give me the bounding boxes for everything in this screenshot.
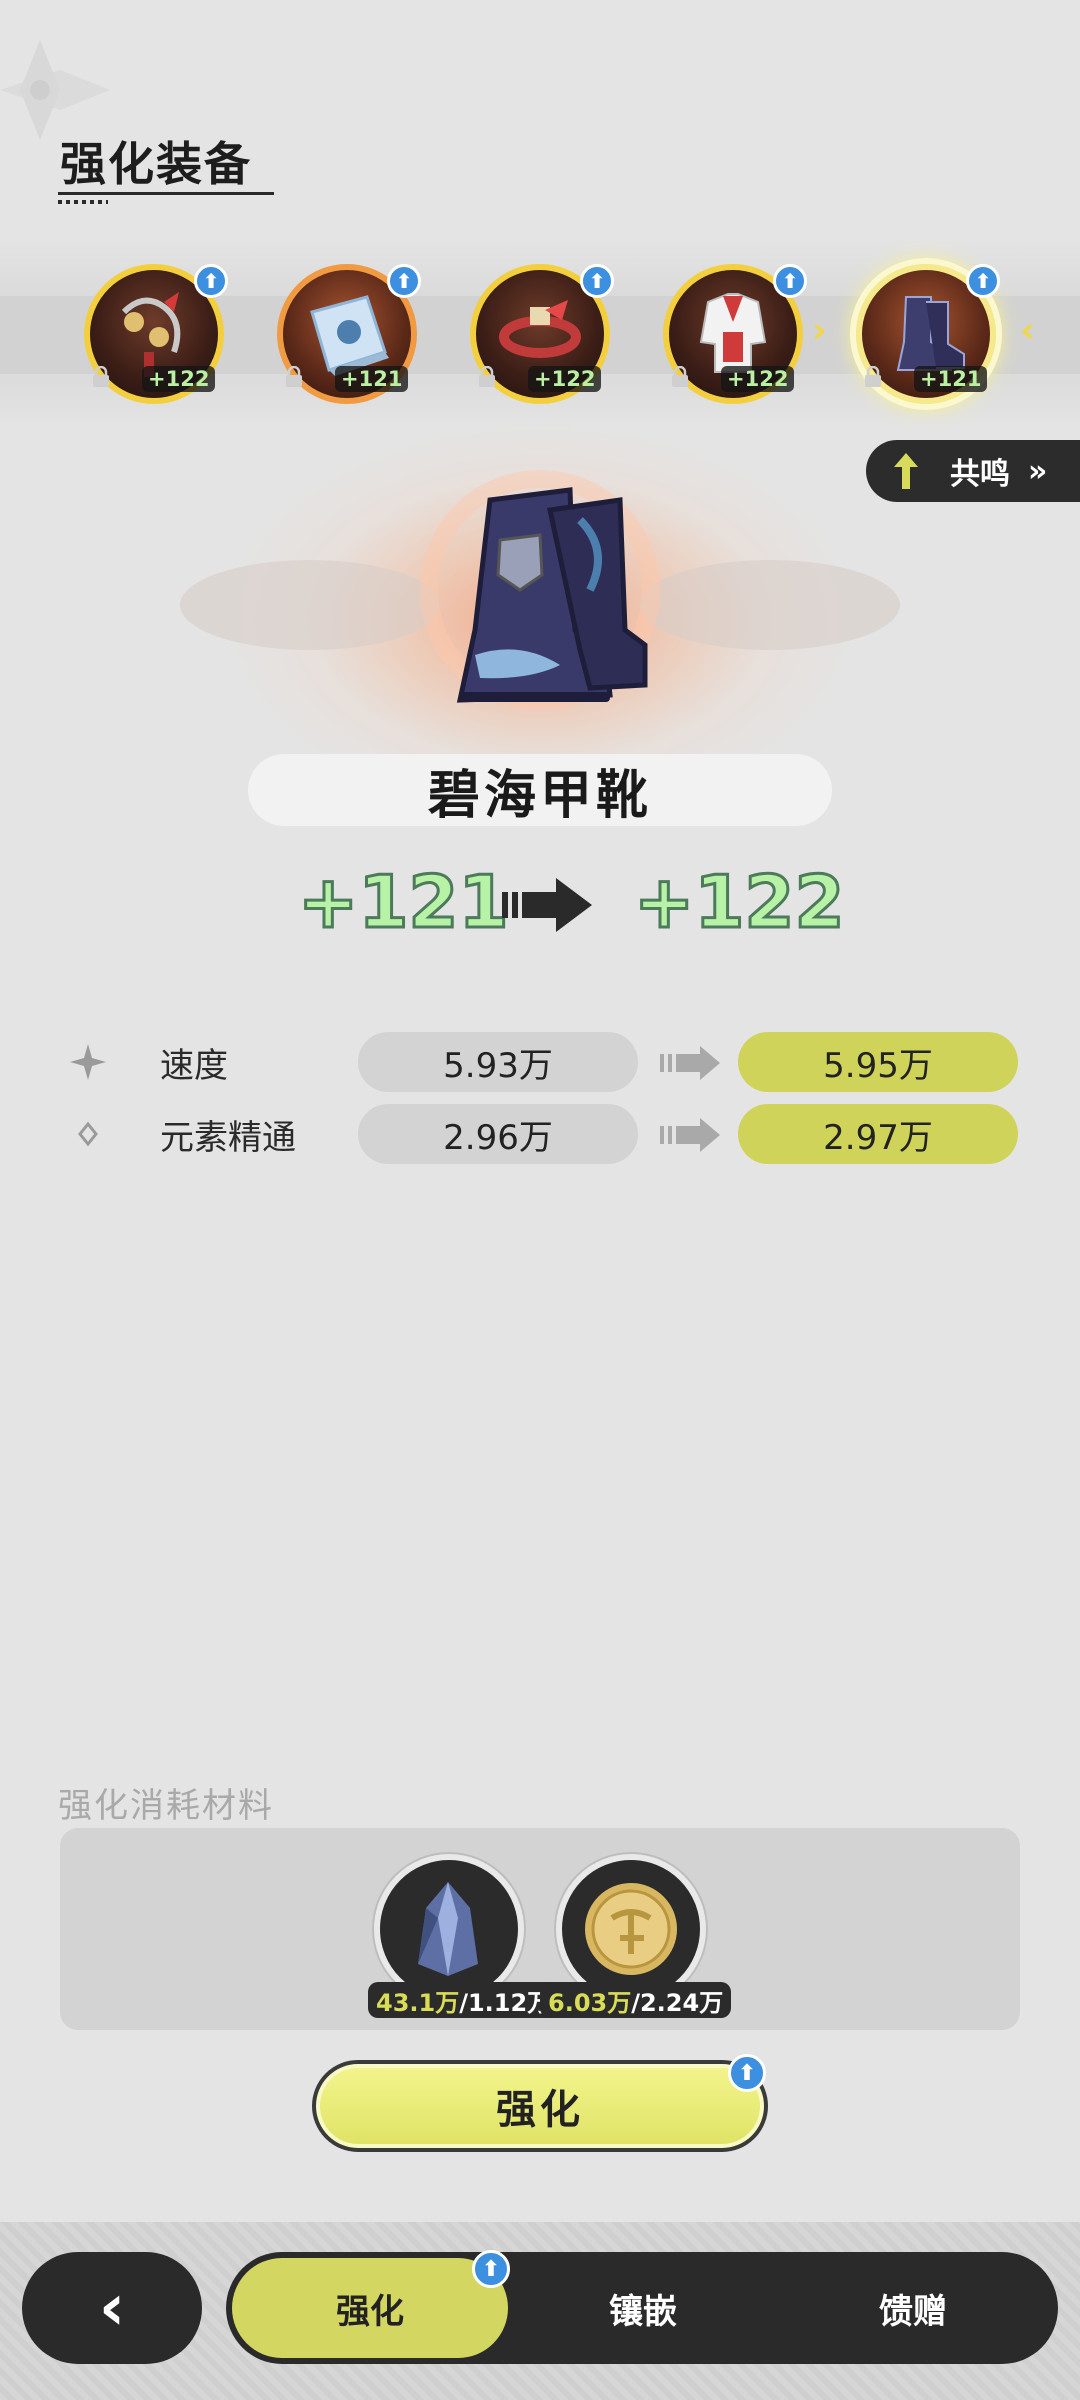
- equipment-slot-armor[interactable]: ⬆ +122: [663, 264, 807, 404]
- back-button[interactable]: ‹: [22, 2252, 202, 2364]
- level-current: +121: [297, 859, 511, 946]
- item-name: 碧海甲靴: [427, 765, 652, 826]
- upgrade-arrow-icon: ⬆: [580, 264, 614, 298]
- stat-name: 速度: [160, 1046, 228, 1086]
- stat-new-value: 2.97万: [738, 1104, 1018, 1164]
- equipment-slot-belt[interactable]: ⬆ +122: [470, 264, 614, 404]
- level-next: +122: [633, 859, 847, 946]
- equipment-slot-book[interactable]: ⬆ +121: [277, 264, 421, 404]
- material-count: 43.1万 /1.12万: [368, 1982, 560, 2018]
- material-need: /1.12万: [459, 1988, 552, 2017]
- resonance-icon: [894, 453, 918, 489]
- arrow-right-icon: [660, 1118, 720, 1152]
- upgrade-arrow-icon: ⬆: [472, 2250, 510, 2288]
- stat-old-value: 2.96万: [358, 1104, 638, 1164]
- slot-level: +122: [528, 366, 602, 392]
- material-have: 6.03万: [548, 1988, 632, 2017]
- enhance-button[interactable]: 强化: [312, 2060, 768, 2152]
- upgrade-arrow-icon: ⬆: [773, 264, 807, 298]
- materials-title: 强化消耗材料: [58, 1786, 274, 1826]
- enhance-button-label: 强化: [496, 2087, 584, 2133]
- tab-label: 强化: [336, 2291, 404, 2332]
- slot-level: +121: [335, 366, 409, 392]
- diamond-icon: [78, 1121, 98, 1147]
- arrow-right-icon: [502, 878, 592, 932]
- lock-icon[interactable]: [476, 366, 498, 388]
- arrow-right-icon: [660, 1046, 720, 1080]
- tab-gift[interactable]: 馈赠: [778, 2258, 1048, 2358]
- material-need: /2.24万: [631, 1988, 724, 2017]
- upgrade-arrow-icon: ⬆: [194, 264, 228, 298]
- title-underline: [58, 192, 274, 195]
- boots-icon: [456, 487, 648, 703]
- title-dots: [58, 200, 108, 204]
- stat-old-value: 5.93万: [358, 1032, 638, 1092]
- equipment-slot-charm[interactable]: ⬆ +122: [84, 264, 228, 404]
- tab-label: 镶嵌: [609, 2291, 677, 2332]
- resonance-button[interactable]: 共鸣 »: [866, 440, 1080, 502]
- tab-inlay[interactable]: 镶嵌: [508, 2258, 778, 2358]
- stat-name: 元素精通: [160, 1118, 296, 1158]
- tab-enhance[interactable]: 强化: [232, 2258, 508, 2358]
- equipment-slot-boots[interactable]: ⬆ +121: [856, 264, 1000, 404]
- lock-icon[interactable]: [283, 366, 305, 388]
- upgrade-arrow-icon: ⬆: [387, 264, 421, 298]
- lock-icon[interactable]: [669, 366, 691, 388]
- tab-label: 馈赠: [879, 2291, 947, 2332]
- decor-wing-left: [180, 560, 440, 650]
- coin-icon: [585, 1883, 677, 1975]
- resonance-label: 共鸣: [950, 457, 1010, 492]
- upgrade-arrow-icon: ⬆: [966, 264, 1000, 298]
- sparkle-icon: [70, 1044, 106, 1080]
- page-title: 强化装备: [60, 137, 252, 191]
- chevron-right-icon: ›: [812, 310, 827, 351]
- stat-new-value: 5.95万: [738, 1032, 1018, 1092]
- upgrade-arrow-icon: ⬆: [728, 2054, 766, 2092]
- double-chevron-icon: »: [1028, 453, 1048, 489]
- decor-wing-right: [640, 560, 900, 650]
- chevron-left-icon: ‹: [1020, 310, 1035, 351]
- slot-level: +122: [142, 366, 216, 392]
- material-have: 43.1万: [376, 1988, 460, 2017]
- slot-level: +121: [914, 366, 988, 392]
- crystal-icon: [418, 1882, 478, 1976]
- lock-icon[interactable]: [90, 366, 112, 388]
- lock-icon[interactable]: [862, 366, 884, 388]
- back-arrow-icon: ‹: [98, 2271, 126, 2345]
- slot-level: +122: [721, 366, 795, 392]
- material-count: 6.03万 /2.24万: [540, 1982, 732, 2018]
- item-name-pill: 碧海甲靴: [248, 754, 832, 826]
